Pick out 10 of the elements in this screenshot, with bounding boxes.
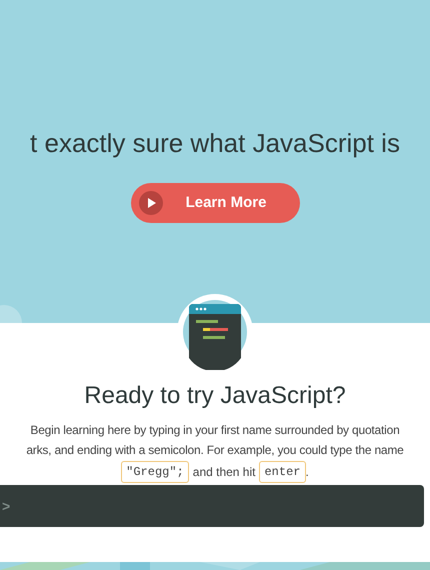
hero-headline: t exactly sure what JavaScript is [30,127,400,160]
console-input[interactable]: > [0,485,424,527]
section-heading: Ready to try JavaScript? [84,381,346,411]
code-snippet: "Gregg"; [121,461,189,483]
instruction-text: and then hit [192,464,256,481]
instruction-text: . [306,464,309,481]
play-icon [138,191,162,215]
learn-more-button[interactable]: Learn More [130,183,300,223]
key-snippet: enter [259,461,306,483]
console-prompt: > [2,496,10,516]
